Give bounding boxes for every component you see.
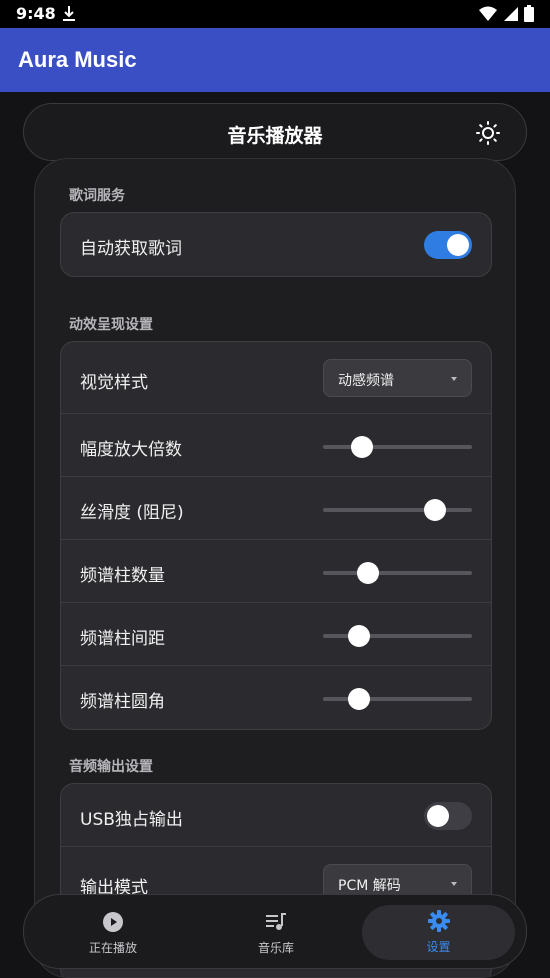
nav-settings-label: 设置 [426, 940, 451, 954]
slider-thumb[interactable] [347, 625, 370, 647]
main-content: 音乐播放器 歌词服务 自动获取歌词 动效呈现设置 视觉样式 动感频谱 幅度放大倍… [0, 92, 550, 978]
amplitude-row: 幅度放大倍数 [61, 414, 491, 477]
visual-style-value: 动感频谱 [338, 373, 394, 389]
smoothing-row: 丝滑度 (阻尼) [61, 477, 491, 540]
bar-spacing-slider[interactable] [323, 625, 472, 647]
amplitude-slider[interactable] [323, 436, 472, 458]
section-title-audio: 音频输出设置 [69, 759, 153, 775]
battery-icon [524, 5, 534, 22]
usb-exclusive-row[interactable]: USB独占输出 [61, 784, 491, 847]
player-title: 音乐播放器 [227, 125, 323, 147]
signal-icon [504, 6, 518, 21]
usb-exclusive-toggle[interactable] [424, 802, 472, 830]
bottom-nav: 正在播放 音乐库 设置 [23, 894, 527, 969]
status-bar: 9:48 [0, 0, 550, 28]
usb-exclusive-label: USB独占输出 [80, 810, 183, 830]
dropdown-caret-icon [451, 377, 457, 381]
output-mode-value: PCM 解码 [338, 878, 401, 894]
nav-library-label: 音乐库 [257, 941, 294, 955]
dropdown-caret-icon [451, 882, 457, 886]
player-header: 音乐播放器 [23, 103, 527, 161]
slider-thumb[interactable] [423, 499, 446, 521]
auto-lyrics-toggle[interactable] [424, 231, 472, 259]
section-title-visual: 动效呈现设置 [69, 317, 153, 333]
nav-library[interactable]: 音乐库 [207, 895, 345, 970]
download-icon [63, 6, 75, 21]
wifi-icon [479, 6, 497, 21]
bar-count-row: 频谱柱数量 [61, 540, 491, 603]
visual-style-row: 视觉样式 动感频谱 [61, 342, 491, 414]
play-circle-icon [103, 912, 123, 932]
visual-style-label: 视觉样式 [80, 373, 148, 393]
auto-lyrics-row[interactable]: 自动获取歌词 [61, 213, 491, 276]
visual-style-select[interactable]: 动感频谱 [323, 359, 472, 397]
nav-settings[interactable]: 设置 [362, 905, 515, 960]
slider-thumb[interactable] [356, 562, 379, 584]
bar-radius-label: 频谱柱圆角 [80, 692, 165, 712]
status-time: 9:48 [16, 4, 56, 23]
app-title: Aura Music [18, 47, 137, 72]
bar-spacing-row: 频谱柱间距 [61, 603, 491, 666]
smoothing-label: 丝滑度 (阻尼) [80, 503, 184, 523]
amplitude-label: 幅度放大倍数 [80, 440, 182, 460]
nav-now-playing-label: 正在播放 [88, 941, 137, 955]
bar-count-label: 频谱柱数量 [80, 566, 165, 586]
bar-radius-slider[interactable] [323, 688, 472, 710]
auto-lyrics-label: 自动获取歌词 [80, 239, 182, 259]
settings-panel[interactable]: 歌词服务 自动获取歌词 动效呈现设置 视觉样式 动感频谱 幅度放大倍数 丝滑度 … [34, 158, 516, 978]
toggle-knob [447, 234, 469, 256]
bar-radius-row: 频谱柱圆角 [61, 666, 491, 729]
bar-spacing-label: 频谱柱间距 [80, 629, 165, 649]
toggle-knob [427, 805, 449, 827]
sun-icon[interactable] [476, 121, 500, 145]
smoothing-slider[interactable] [323, 499, 472, 521]
queue-music-icon [266, 913, 286, 930]
bar-count-slider[interactable] [323, 562, 472, 584]
app-bar: Aura Music [0, 28, 550, 92]
gear-icon [427, 910, 450, 932]
section-title-lyrics: 歌词服务 [69, 188, 125, 204]
slider-thumb[interactable] [350, 436, 373, 458]
slider-thumb[interactable] [347, 688, 370, 710]
lyrics-card: 自动获取歌词 [60, 212, 492, 277]
visual-card: 视觉样式 动感频谱 幅度放大倍数 丝滑度 (阻尼) 频谱柱数量 频谱柱间距 频谱… [60, 341, 492, 730]
nav-now-playing[interactable]: 正在播放 [44, 895, 182, 970]
